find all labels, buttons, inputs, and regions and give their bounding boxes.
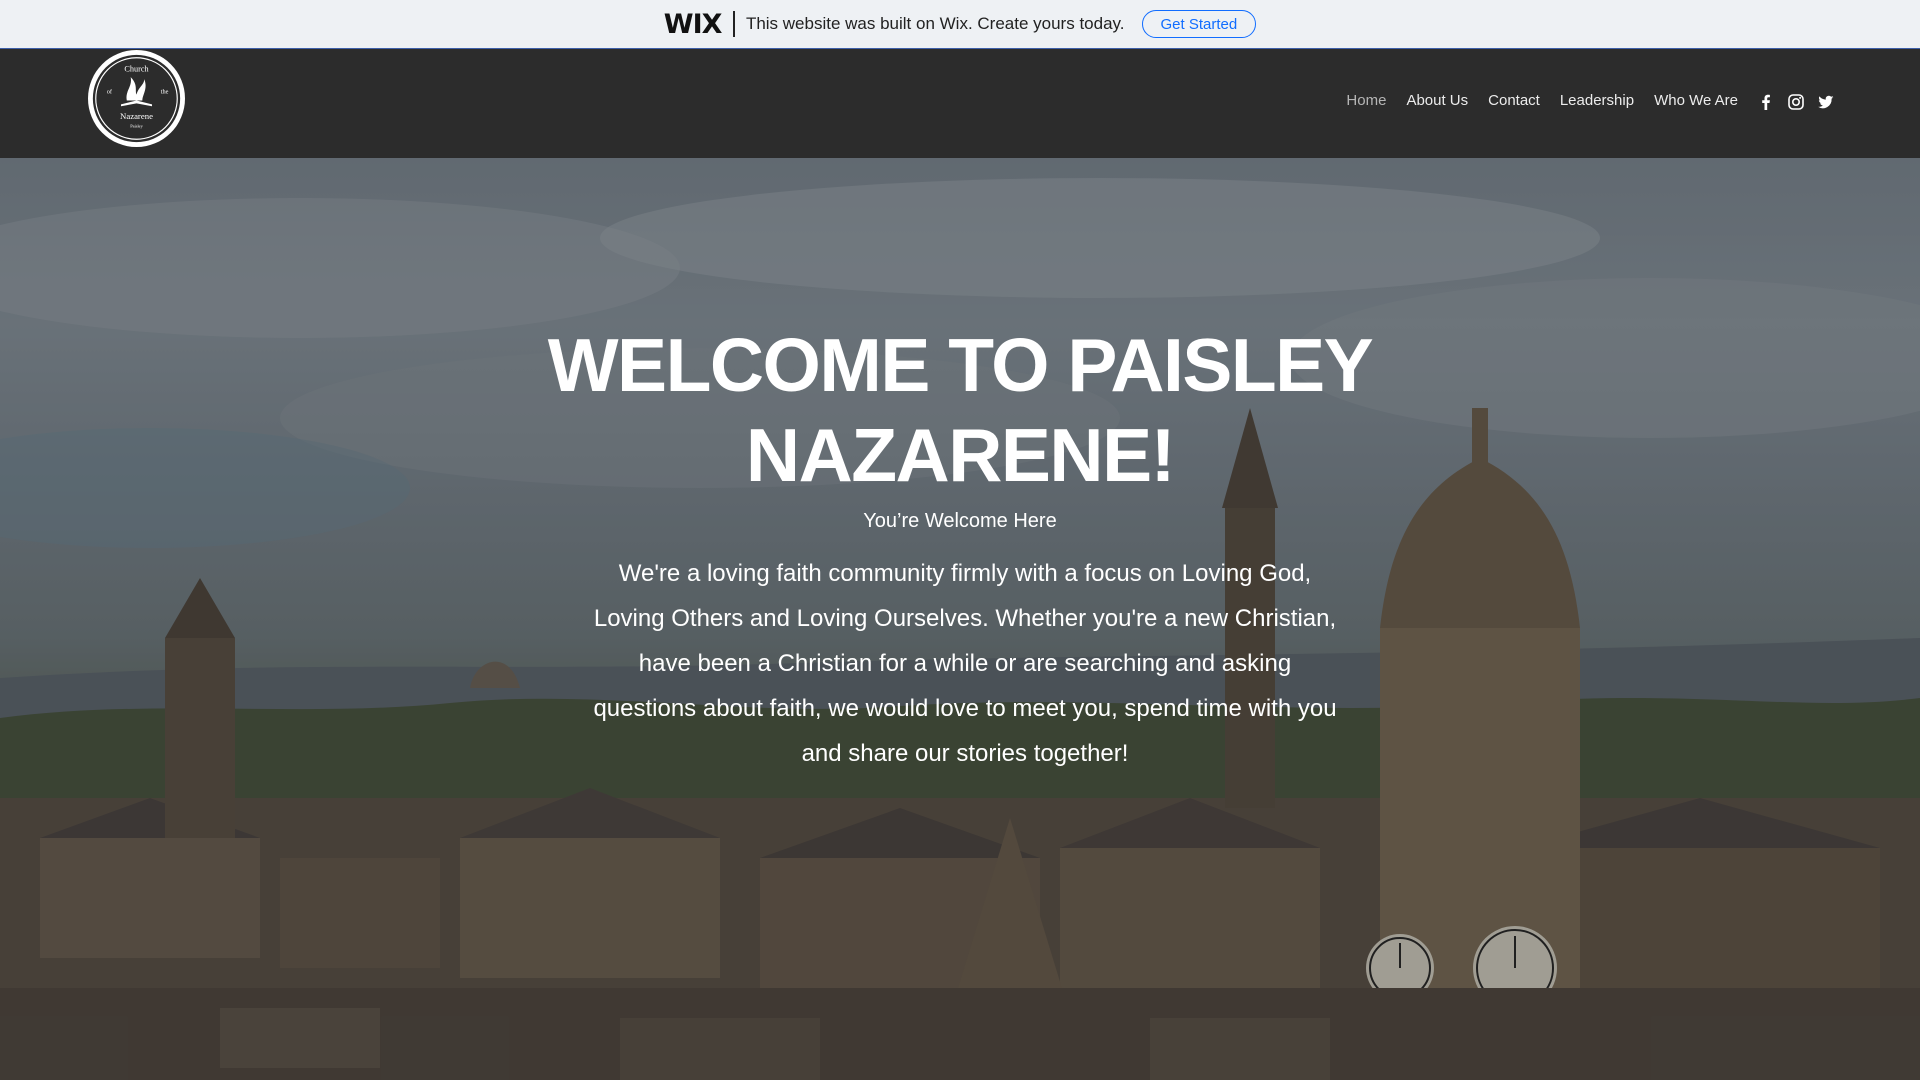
logo-line2-left: of bbox=[107, 89, 113, 96]
nav-about-us[interactable]: About Us bbox=[1406, 92, 1468, 109]
logo-line3: Nazarene bbox=[120, 111, 153, 121]
facebook-icon[interactable] bbox=[1758, 94, 1774, 110]
main-nav: Home About Us Contact Leadership Who We … bbox=[1346, 92, 1738, 109]
church-logo-icon: Church of the Nazarene Paisley bbox=[89, 51, 184, 146]
instagram-icon[interactable] bbox=[1788, 94, 1804, 110]
church-logo[interactable]: Church of the Nazarene Paisley bbox=[88, 50, 185, 147]
logo-line1: Church bbox=[124, 64, 149, 73]
hero-title: WELCOME TO PAISLEY NAZARENE! bbox=[547, 323, 1374, 497]
twitter-icon[interactable] bbox=[1818, 94, 1834, 110]
logo-line2-right: the bbox=[161, 89, 169, 96]
nav-leadership[interactable]: Leadership bbox=[1560, 92, 1634, 109]
banner-message: This website was built on Wix. Create yo… bbox=[745, 14, 1125, 33]
site-header: Church of the Nazarene Paisley Home Abou… bbox=[0, 49, 1920, 158]
banner-divider bbox=[733, 11, 735, 37]
get-started-button[interactable]: Get Started bbox=[1141, 10, 1257, 38]
wix-logo[interactable]: WIX bbox=[664, 9, 723, 40]
logo-line4: Paisley bbox=[130, 124, 143, 129]
nav-contact[interactable]: Contact bbox=[1488, 92, 1540, 109]
nav-who-we-are[interactable]: Who We Are bbox=[1654, 92, 1738, 109]
hero-subtitle: You’re Welcome Here bbox=[863, 510, 1057, 532]
hero-section: WELCOME TO PAISLEY NAZARENE! You’re Welc… bbox=[0, 158, 1920, 1080]
wix-banner: WIX This website was built on Wix. Creat… bbox=[0, 0, 1920, 49]
hero-body-text: We're a loving faith community firmly wi… bbox=[593, 560, 1337, 767]
nav-home[interactable]: Home bbox=[1346, 92, 1386, 109]
social-bar bbox=[1758, 94, 1834, 110]
